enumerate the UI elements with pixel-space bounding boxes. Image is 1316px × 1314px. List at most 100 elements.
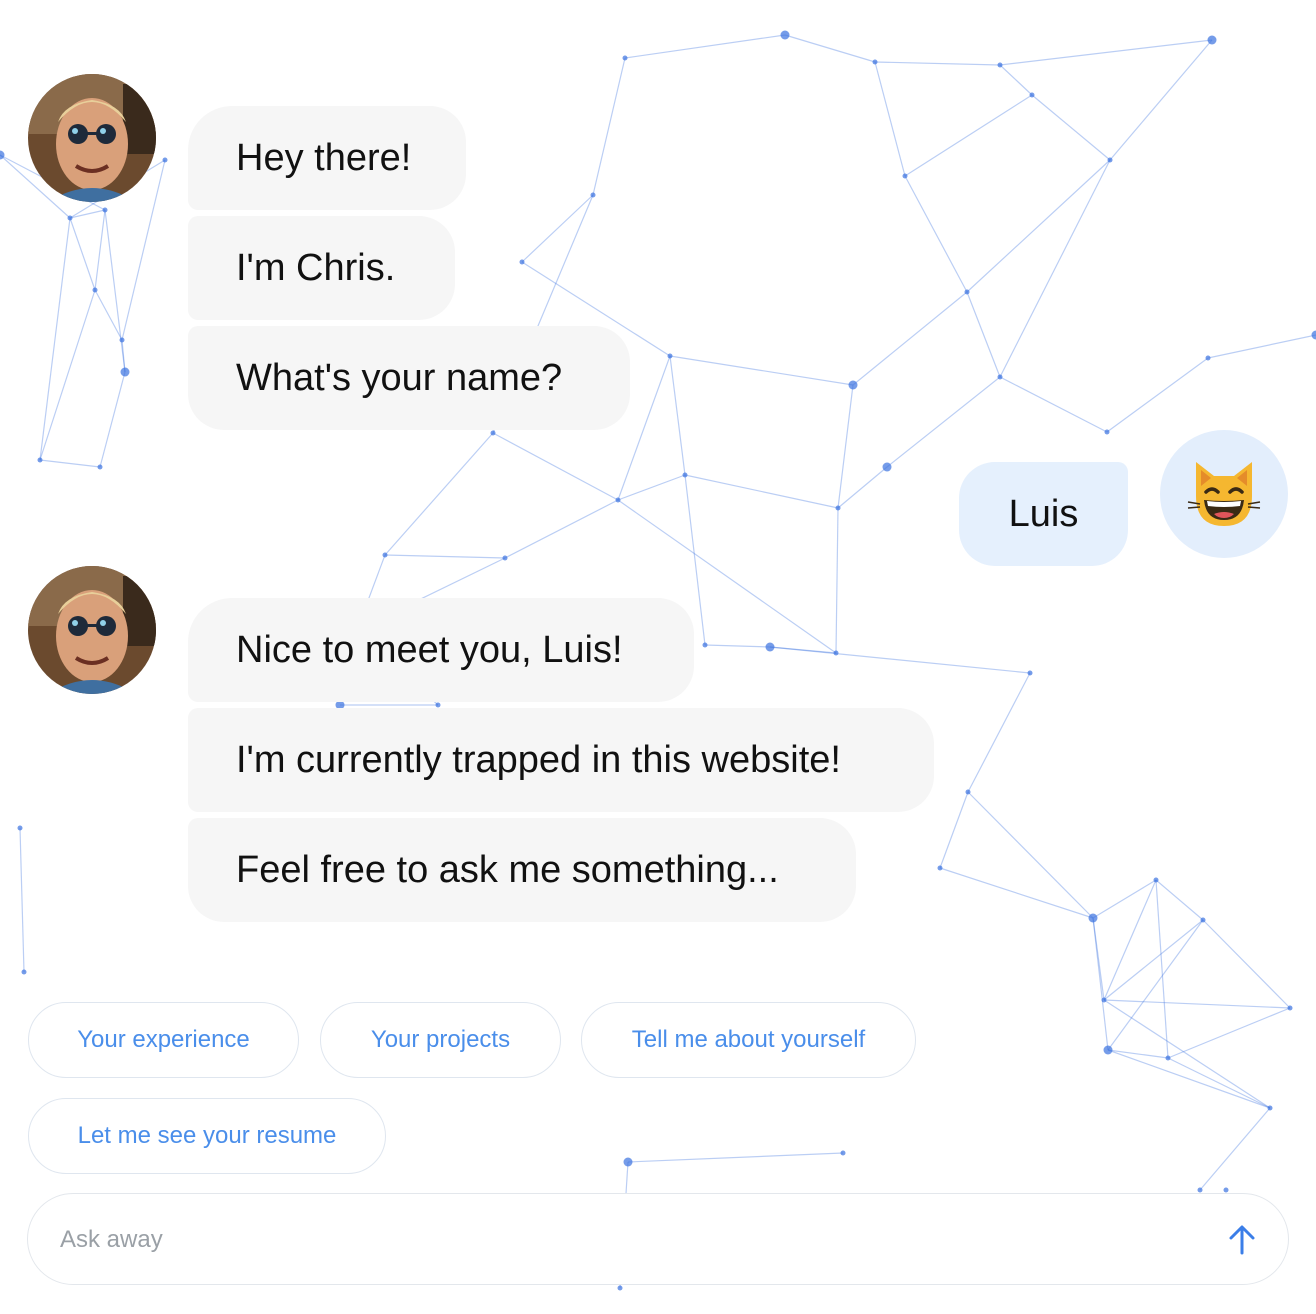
network-node [622,55,628,61]
network-node [162,157,168,163]
suggestion-chip-label: Your experience [77,1026,250,1053]
network-edge [939,791,969,869]
suggestion-chip-about[interactable]: Tell me about yourself [581,1002,916,1078]
network-node [840,1150,846,1156]
network-edge [1103,999,1291,1009]
network-node [882,462,892,472]
network-node [1287,1005,1293,1011]
network-edge [1202,919,1291,1009]
user-message: Luis [959,462,1128,566]
network-node [617,1285,623,1291]
network-edge [39,289,96,461]
network-node [965,789,971,795]
suggestion-chip-resume[interactable]: Let me see your resume [28,1098,386,1174]
network-edge [492,432,619,501]
network-node [502,555,508,561]
network-edge [39,217,71,461]
network-node [1153,877,1159,883]
network-node [997,62,1003,68]
network-node [833,650,839,656]
bot-message-text: I'm currently trapped in this website! [236,738,841,781]
bot-avatar [28,74,156,202]
network-node [519,259,525,265]
network-node [1088,913,1098,923]
message-input[interactable] [58,1194,1182,1286]
network-edge [669,355,854,386]
message-composer [27,1193,1289,1286]
profile-photo-icon [28,74,156,202]
network-edge [69,209,106,219]
network-node [97,464,103,470]
network-edge [1106,357,1209,433]
network-node [1205,355,1211,361]
network-edge [592,57,626,196]
network-edge [104,209,126,373]
network-node [872,59,878,65]
network-edge [684,474,839,509]
suggestion-chip-projects[interactable]: Your projects [320,1002,561,1078]
user-message-text: Luis [1008,492,1079,535]
network-node [1311,330,1316,340]
chat-page: Hey there! I'm Chris. What's your name? … [0,0,1316,1314]
network-edge [1107,1049,1169,1059]
network-node [702,642,708,648]
network-edge [939,867,1094,919]
suggestion-chip-experience[interactable]: Your experience [28,1002,299,1078]
network-edge [852,291,968,386]
bot-message-text: I'm Chris. [236,246,396,289]
network-node [615,497,621,503]
network-node [1200,917,1206,923]
network-node [937,865,943,871]
network-edge [999,39,1213,66]
network-node [623,1157,633,1167]
network-node [102,207,108,213]
bot-message: What's your name? [188,326,630,430]
network-node [67,215,73,221]
send-button[interactable] [1224,1222,1260,1258]
arrow-up-icon [1229,1225,1255,1255]
network-node [1104,429,1110,435]
network-node [765,642,775,652]
network-edge [1031,94,1111,161]
network-node [1027,670,1033,676]
network-node [435,702,441,708]
network-node [667,353,673,359]
network-edge [999,376,1108,433]
network-node [120,367,130,377]
network-node [848,380,858,390]
network-node [902,173,908,179]
bot-message-text: What's your name? [236,356,563,399]
network-edge [384,554,506,559]
network-edge [669,355,686,476]
network-edge [999,159,1111,378]
profile-photo-icon [28,566,156,694]
network-node [1197,1187,1203,1193]
network-edge [704,644,771,648]
bot-avatar [28,566,156,694]
network-node [1223,1187,1229,1193]
bot-message: Nice to meet you, Luis! [188,598,694,702]
network-edge [39,459,101,468]
network-edge [904,94,1033,177]
network-node [37,457,43,463]
network-edge [94,209,106,291]
network-edge [966,159,1111,293]
network-node [964,289,970,295]
network-node [17,825,23,831]
network-node [92,287,98,293]
network-edge [1109,39,1213,161]
network-edge [874,61,1001,66]
network-node [1029,92,1035,98]
network-edge [1103,999,1271,1109]
suggestion-chip-label: Tell me about yourself [631,1026,866,1053]
network-edge [874,61,906,177]
network-edge [617,474,686,501]
network-edge [967,791,1094,919]
network-node [835,505,841,511]
network-edge [967,672,1031,793]
network-edge [999,64,1033,96]
network-edge [521,194,594,263]
network-edge [1107,1049,1271,1109]
network-edge [837,384,854,509]
network-edge [837,466,888,509]
